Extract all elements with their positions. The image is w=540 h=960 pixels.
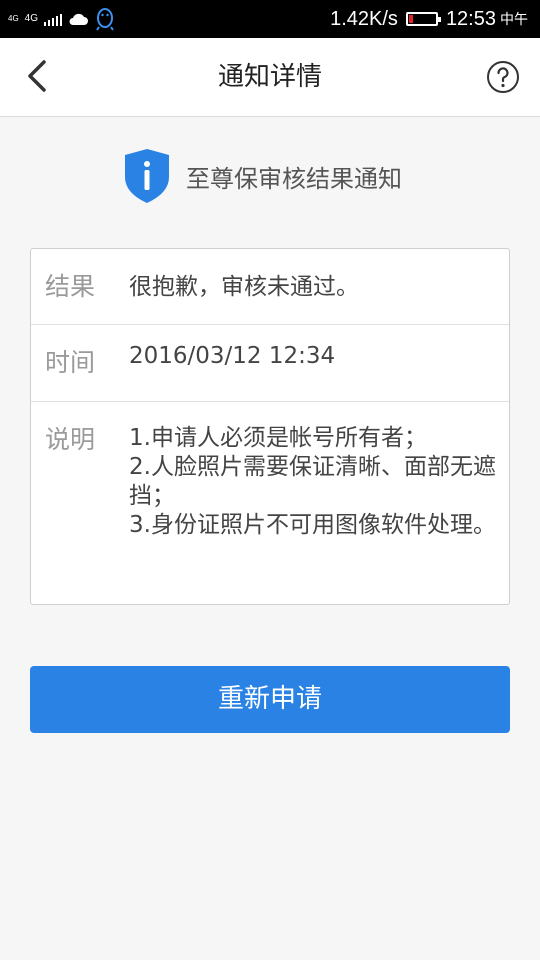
help-button[interactable]: [486, 60, 520, 94]
clock: 12:53: [445, 7, 496, 30]
app-header: 通知详情: [0, 38, 540, 117]
shield-info-icon: [125, 149, 169, 203]
network-speed: 1.42K/s: [330, 7, 398, 30]
description-list: 1.申请人必须是帐号所有者； 2.人脸照片需要保证清晰、面部无遮挡； 3.身份证…: [129, 424, 499, 540]
signal-icon: [44, 12, 63, 26]
description-item: 1.申请人必须是帐号所有者；: [129, 425, 427, 451]
page-title: 通知详情: [217, 62, 322, 92]
clock-period: 中午: [500, 11, 528, 27]
detail-card: 结果 很抱歉，审核未通过。 时间 2016/03/12 12:34 说明 1.申…: [30, 248, 510, 605]
result-value: 很抱歉，审核未通过。: [129, 274, 359, 300]
result-label: 结果: [45, 272, 96, 301]
network-type-small: 4G: [8, 14, 19, 23]
status-left: 4G 4G: [8, 6, 116, 32]
status-bar: 4G 4G 1.42K/s 12:53 中午: [0, 0, 540, 38]
description-label: 说明: [45, 425, 96, 454]
network-type: 4G: [24, 13, 39, 24]
description-item: 3.身份证照片不可用图像软件处理。: [129, 512, 496, 538]
time-label: 时间: [45, 348, 96, 377]
notice-heading: 至尊保审核结果通知: [122, 146, 402, 206]
time-row: 时间 2016/03/12 12:34: [31, 325, 509, 402]
notice-title: 至尊保审核结果通知: [186, 164, 402, 193]
reapply-button[interactable]: 重新申请: [30, 666, 510, 733]
qq-penguin-icon: [96, 8, 114, 31]
battery-icon: [405, 12, 441, 26]
result-row: 结果 很抱歉，审核未通过。: [31, 249, 509, 325]
status-right: 1.42K/s 12:53 中午: [330, 0, 528, 38]
time-value: 2016/03/12 12:34: [129, 343, 336, 369]
battery-level: [408, 15, 414, 23]
description-row: 说明 1.申请人必须是帐号所有者； 2.人脸照片需要保证清晰、面部无遮挡； 3.…: [31, 402, 509, 606]
cloud-icon: [69, 13, 89, 25]
help-circle-icon: [487, 61, 519, 93]
description-item: 2.人脸照片需要保证清晰、面部无遮挡；: [129, 454, 496, 509]
